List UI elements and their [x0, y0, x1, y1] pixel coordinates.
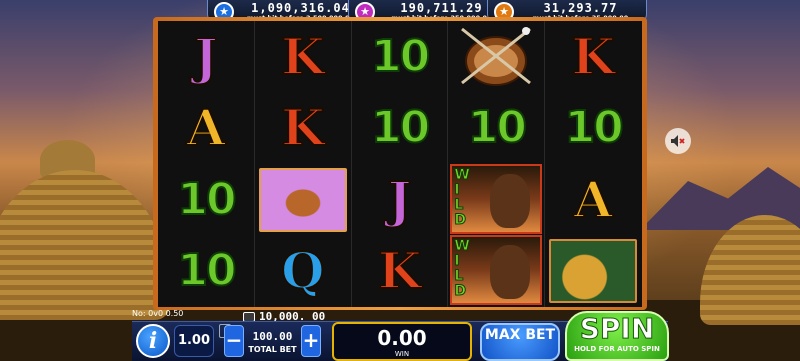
- wild-label: WILD: [454, 238, 470, 299]
- symbol-leopard: [545, 235, 641, 306]
- symbol-glyph: K: [280, 97, 325, 158]
- symbol-a: A: [545, 164, 641, 235]
- symbol-glyph: K: [280, 26, 325, 87]
- symbol-10: 10: [352, 92, 448, 163]
- total-bet-label: TOTAL BET: [248, 345, 297, 354]
- wild-symbol-frame: WILD: [450, 235, 543, 305]
- symbol-a: A: [158, 92, 254, 163]
- symbol-antelope: [255, 164, 351, 235]
- wild-label: WILD: [454, 167, 470, 228]
- symbol-k: K: [545, 21, 641, 92]
- jackpot-value: 190,711.29: [400, 1, 483, 15]
- symbol-10: 10: [158, 235, 254, 306]
- spin-label: SPIN: [579, 312, 655, 345]
- symbol-glyph: J: [387, 169, 413, 230]
- symbol-glyph: J: [193, 26, 219, 87]
- symbol-glyph: 10: [370, 101, 431, 154]
- jackpot-value: 31,293.77: [543, 1, 618, 15]
- auto-spin-hint: HOLD FOR AUTO SPIN: [574, 345, 660, 353]
- info-button[interactable]: i: [136, 324, 170, 358]
- symbol-glyph: 10: [370, 30, 431, 83]
- win-label: WIN: [394, 350, 410, 358]
- symbol-glyph: A: [573, 169, 614, 230]
- decrease-bet-button[interactable]: −: [224, 325, 244, 357]
- symbol-wild: WILD: [448, 235, 544, 306]
- symbol-j: J: [158, 21, 254, 92]
- symbol-glyph: Q: [280, 240, 326, 301]
- symbol-shield: [448, 21, 544, 92]
- reel-3: 10 10 J K: [352, 21, 449, 307]
- symbol-k: K: [255, 21, 351, 92]
- antelope-picture: [258, 167, 347, 232]
- total-bet-display: 100.00 TOTAL BET: [246, 326, 299, 358]
- warrior-portrait: [490, 245, 531, 299]
- symbol-glyph: 10: [176, 244, 237, 297]
- symbol-j: J: [352, 164, 448, 235]
- coin-value-selector[interactable]: 1.00: [174, 325, 214, 357]
- wild-symbol-frame: WILD: [450, 164, 543, 234]
- max-bet-button[interactable]: MAX BET: [480, 323, 560, 361]
- reel-5: K 10 A: [545, 21, 642, 307]
- symbol-glyph: 10: [176, 173, 237, 226]
- symbol-k: K: [352, 235, 448, 306]
- warrior-portrait: [490, 174, 531, 228]
- jackpot-value: 1,090,316.04: [251, 1, 350, 15]
- symbol-q: Q: [255, 235, 351, 306]
- speaker-muted-icon: [671, 135, 685, 147]
- symbol-10: 10: [158, 164, 254, 235]
- symbol-wild: WILD: [448, 164, 544, 235]
- symbol-k: K: [255, 92, 351, 163]
- symbol-glyph: 10: [564, 101, 625, 154]
- total-bet-value: 100.00: [252, 330, 293, 343]
- win-value: 0.00: [377, 326, 427, 350]
- sound-toggle[interactable]: [665, 128, 691, 154]
- reel-4: 10 W I L D W I L D: [448, 21, 546, 307]
- symbol-glyph: A: [186, 97, 227, 158]
- reel-1: J A 10 10: [158, 21, 255, 307]
- shield-spears-icon: [461, 27, 532, 86]
- game-info-text: No: 0v0 0.50: [132, 309, 184, 318]
- reels-grid: J A 10 10 K K Q 10 10 J K 10 W I L D W I L D K 10 A: [158, 21, 642, 307]
- reel-2: KK Q: [255, 21, 352, 307]
- leopard-picture: [549, 238, 638, 303]
- coins-icon: [243, 311, 255, 322]
- symbol-glyph: K: [377, 240, 422, 301]
- symbol-10: 10: [545, 92, 641, 163]
- symbol-glyph: 10: [467, 101, 528, 154]
- win-display: 0.00 WIN: [332, 322, 472, 361]
- symbol-10: 10: [448, 92, 544, 163]
- increase-bet-button[interactable]: +: [301, 325, 321, 357]
- symbol-glyph: K: [570, 26, 615, 87]
- symbol-10: 10: [352, 21, 448, 92]
- spin-button[interactable]: SPIN HOLD FOR AUTO SPIN: [565, 311, 669, 361]
